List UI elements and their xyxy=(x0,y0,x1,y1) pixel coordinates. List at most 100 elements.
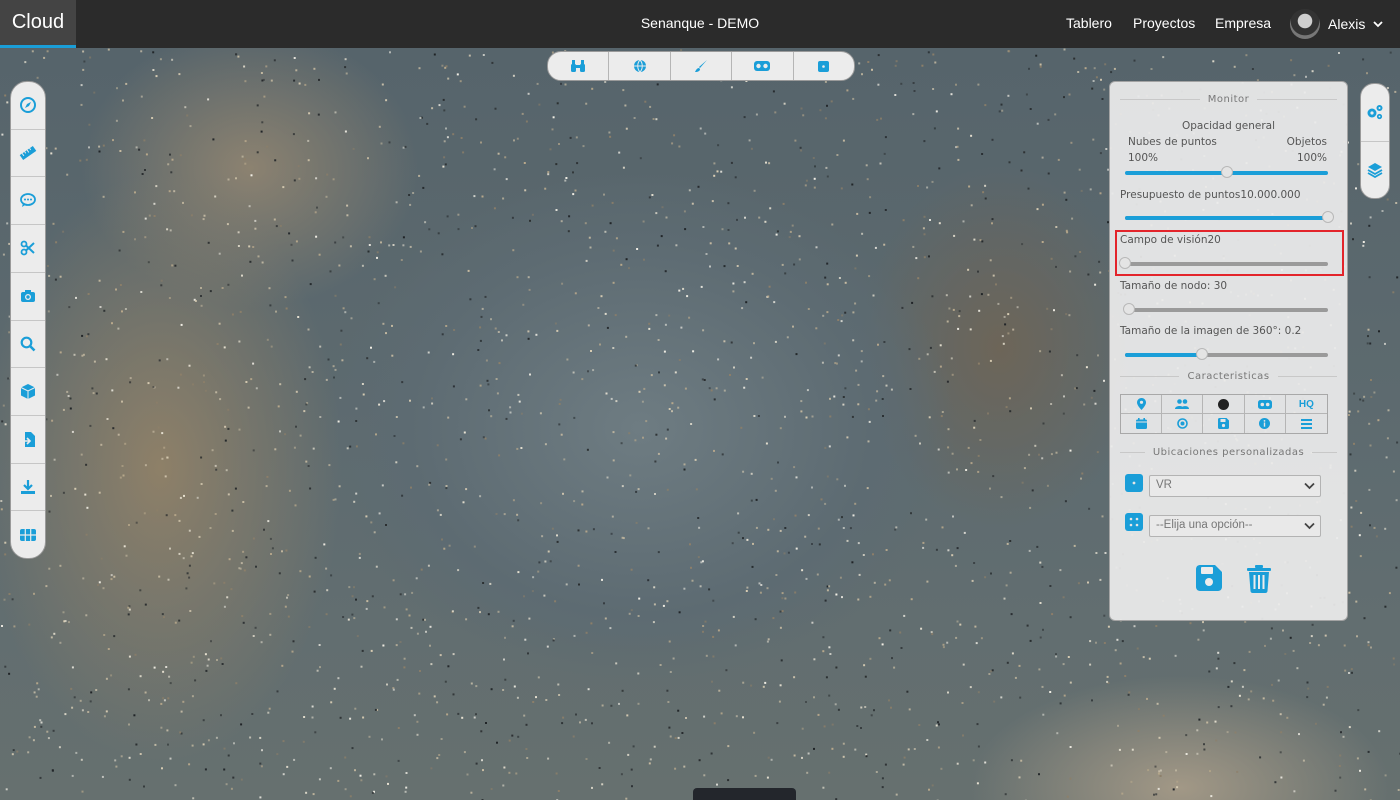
location-vr-icon-button[interactable] xyxy=(1125,474,1143,492)
feature-point-button[interactable] xyxy=(1203,395,1245,414)
right-toolbar xyxy=(1360,83,1390,199)
points-budget-fill xyxy=(1125,216,1328,220)
paint-brush-button[interactable] xyxy=(671,52,733,80)
points-budget-label: Presupuesto de puntos10.000.000 xyxy=(1120,189,1301,201)
app-logo[interactable]: Cloud xyxy=(0,0,76,48)
search-icon xyxy=(20,336,36,352)
save-icon xyxy=(1217,418,1229,429)
vr-headset-icon xyxy=(754,61,771,71)
location-select-option[interactable]: --Elija una opción-- xyxy=(1149,515,1321,537)
users-icon xyxy=(1175,399,1190,409)
binoculars-icon xyxy=(571,60,586,72)
layers-icon xyxy=(1367,162,1383,178)
cube-face-button[interactable] xyxy=(794,52,854,80)
badge-icon xyxy=(1176,418,1188,429)
fov-value: 20 xyxy=(1207,234,1221,246)
feature-hq-button[interactable]: HQ xyxy=(1285,395,1327,414)
nav-link-empresa[interactable]: Empresa xyxy=(1215,15,1271,31)
navigation-button[interactable] xyxy=(11,82,45,130)
points-budget-value: 10.000.000 xyxy=(1240,189,1301,201)
fov-slider-handle[interactable] xyxy=(1119,257,1131,269)
camera-icon xyxy=(21,290,35,303)
screenshot-button[interactable] xyxy=(11,273,45,321)
cube-button[interactable] xyxy=(11,368,45,416)
layers-button[interactable] xyxy=(1361,142,1389,199)
opacity-pointcloud-value: 100% xyxy=(1128,152,1159,164)
download-icon xyxy=(21,479,35,494)
annotation-button[interactable] xyxy=(11,177,45,226)
feature-info-button[interactable] xyxy=(1245,414,1286,433)
image360-size-fill xyxy=(1125,353,1203,357)
comment-icon xyxy=(20,193,36,208)
fov-slider[interactable] xyxy=(1119,257,1328,269)
paint-brush-icon xyxy=(695,60,708,72)
cube-face-icon xyxy=(818,60,830,72)
list-icon xyxy=(1300,418,1312,429)
binoculars-button[interactable] xyxy=(548,52,610,80)
delete-location-button[interactable] xyxy=(1247,565,1271,597)
search-button[interactable] xyxy=(11,321,45,369)
location-select-vr[interactable]: VR xyxy=(1149,475,1321,497)
bottom-panel-tab[interactable] xyxy=(693,788,796,800)
feature-calendar-button[interactable] xyxy=(1121,414,1163,433)
feature-map-marker-button[interactable] xyxy=(1121,395,1163,414)
cube-icon xyxy=(20,384,36,400)
grid-icon xyxy=(20,528,36,541)
settings-button[interactable] xyxy=(1361,84,1389,142)
locations-section-title: Ubicaciones personalizadas xyxy=(1120,446,1337,458)
vr-button[interactable] xyxy=(732,52,794,80)
globe-icon xyxy=(633,59,646,73)
compass-icon xyxy=(20,97,36,114)
grid-button[interactable] xyxy=(11,511,45,558)
map-marker-icon xyxy=(1136,398,1146,410)
feature-save-button[interactable] xyxy=(1203,414,1245,433)
settings-panel: Monitor Opacidad general Nubes de puntos… xyxy=(1109,81,1348,621)
globe-button[interactable] xyxy=(609,52,671,80)
user-menu[interactable]: Alexis xyxy=(1290,9,1383,39)
opacity-slider[interactable] xyxy=(1125,166,1328,178)
feature-badge-button[interactable] xyxy=(1162,414,1204,433)
nav-link-proyectos[interactable]: Proyectos xyxy=(1133,15,1195,31)
image360-size-slider[interactable] xyxy=(1125,348,1328,360)
fov-label-text: Campo de visión xyxy=(1120,234,1208,246)
nav-link-tablero[interactable]: Tablero xyxy=(1066,15,1112,31)
monitor-section-title: Monitor xyxy=(1120,93,1337,105)
opacity-pointcloud-label: Nubes de puntos xyxy=(1128,136,1217,148)
clipping-button[interactable] xyxy=(11,225,45,273)
features-title-text: Caracteristicas xyxy=(1187,370,1270,382)
info-icon xyxy=(1259,418,1271,429)
vr-headset-icon xyxy=(1257,399,1272,409)
measure-button[interactable] xyxy=(11,130,45,178)
feature-vr-button[interactable] xyxy=(1244,395,1286,414)
top-navbar: Cloud Senanque - DEMO Tablero Proyectos … xyxy=(0,0,1400,48)
file-import-icon xyxy=(21,431,35,447)
chevron-down-icon[interactable] xyxy=(1373,20,1383,28)
monitor-title-text: Monitor xyxy=(1207,93,1250,105)
node-size-handle[interactable] xyxy=(1123,303,1136,315)
points-budget-slider[interactable] xyxy=(1125,211,1334,223)
chevron-down-icon xyxy=(1304,482,1315,490)
feature-users-button[interactable] xyxy=(1162,395,1204,414)
ruler-icon xyxy=(19,146,37,161)
points-budget-label-text: Presupuesto de puntos xyxy=(1120,189,1241,201)
save-location-button[interactable] xyxy=(1196,565,1222,595)
avatar[interactable] xyxy=(1290,9,1320,39)
location-dice-icon-button[interactable] xyxy=(1125,513,1143,531)
location-select-vr-value: VR xyxy=(1156,479,1172,491)
point-dot-icon xyxy=(1217,398,1229,410)
opacity-title: Opacidad general xyxy=(1181,120,1276,132)
image360-size-handle[interactable] xyxy=(1196,348,1209,360)
user-name[interactable]: Alexis xyxy=(1328,16,1365,32)
chevron-down-icon xyxy=(1304,522,1315,530)
scissors-icon xyxy=(20,241,35,256)
top-toolbar xyxy=(547,51,855,81)
left-toolbar xyxy=(10,81,46,559)
points-budget-handle[interactable] xyxy=(1322,211,1334,223)
opacity-slider-handle[interactable] xyxy=(1220,166,1233,178)
location-select-option-value: --Elija una opción-- xyxy=(1156,519,1253,531)
cube-face-icon xyxy=(1132,481,1136,485)
node-size-slider[interactable] xyxy=(1123,303,1328,315)
import-button[interactable] xyxy=(11,416,45,464)
feature-list-button[interactable] xyxy=(1286,414,1327,433)
download-button[interactable] xyxy=(11,464,45,512)
